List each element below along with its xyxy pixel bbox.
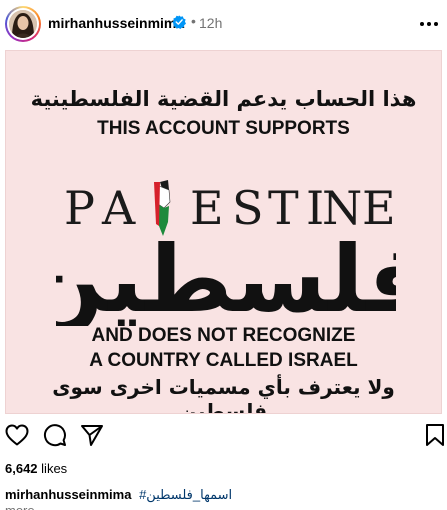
svg-text:فلسطين: فلسطين: [56, 226, 396, 326]
likes-label: likes: [41, 461, 68, 476]
post-username[interactable]: mirhanhusseinmima: [48, 15, 184, 31]
english-top-text: THIS ACCOUNT SUPPORTS: [97, 118, 350, 139]
comment-icon[interactable]: [42, 422, 68, 448]
bookmark-icon[interactable]: [422, 422, 447, 448]
english-bottom-line-1: AND DOES NOT RECOGNIZE: [91, 325, 356, 346]
heart-icon[interactable]: [4, 422, 30, 448]
separator-dot: •: [191, 13, 196, 29]
more-options-icon[interactable]: [417, 12, 441, 36]
post-header: mirhanhusseinmima • 12h: [0, 0, 447, 48]
arabic-top-text: هذا الحساب يدعم القضية الفلسطينية: [30, 87, 417, 111]
caption-hashtag[interactable]: #اسمها_فلسطين: [139, 487, 232, 502]
post-image[interactable]: هذا الحساب يدعم القضية الفلسطينية THIS A…: [5, 50, 442, 414]
verified-badge-icon: [172, 15, 186, 29]
caption: mirhanhusseinmima #اسمها_فلسطين: [5, 487, 232, 503]
likes-number: 6,642: [5, 461, 38, 476]
palestine-logo: P A E S T I N E فلسطين: [25, 176, 427, 334]
likes-count[interactable]: 6,642 likes: [5, 461, 67, 476]
english-bottom-line-2: A COUNTRY CALLED ISRAEL: [89, 350, 358, 371]
caption-username[interactable]: mirhanhusseinmima: [5, 487, 131, 502]
action-bar: [0, 422, 447, 450]
avatar[interactable]: [5, 6, 41, 42]
avatar-image: [9, 10, 37, 38]
caption-more-link[interactable]: more: [5, 503, 35, 510]
share-icon[interactable]: [79, 422, 105, 448]
arabic-bottom-text: ولا يعترف بأي مسميات اخرى سوى فلسطين: [52, 375, 395, 414]
post-timestamp[interactable]: 12h: [199, 15, 222, 31]
